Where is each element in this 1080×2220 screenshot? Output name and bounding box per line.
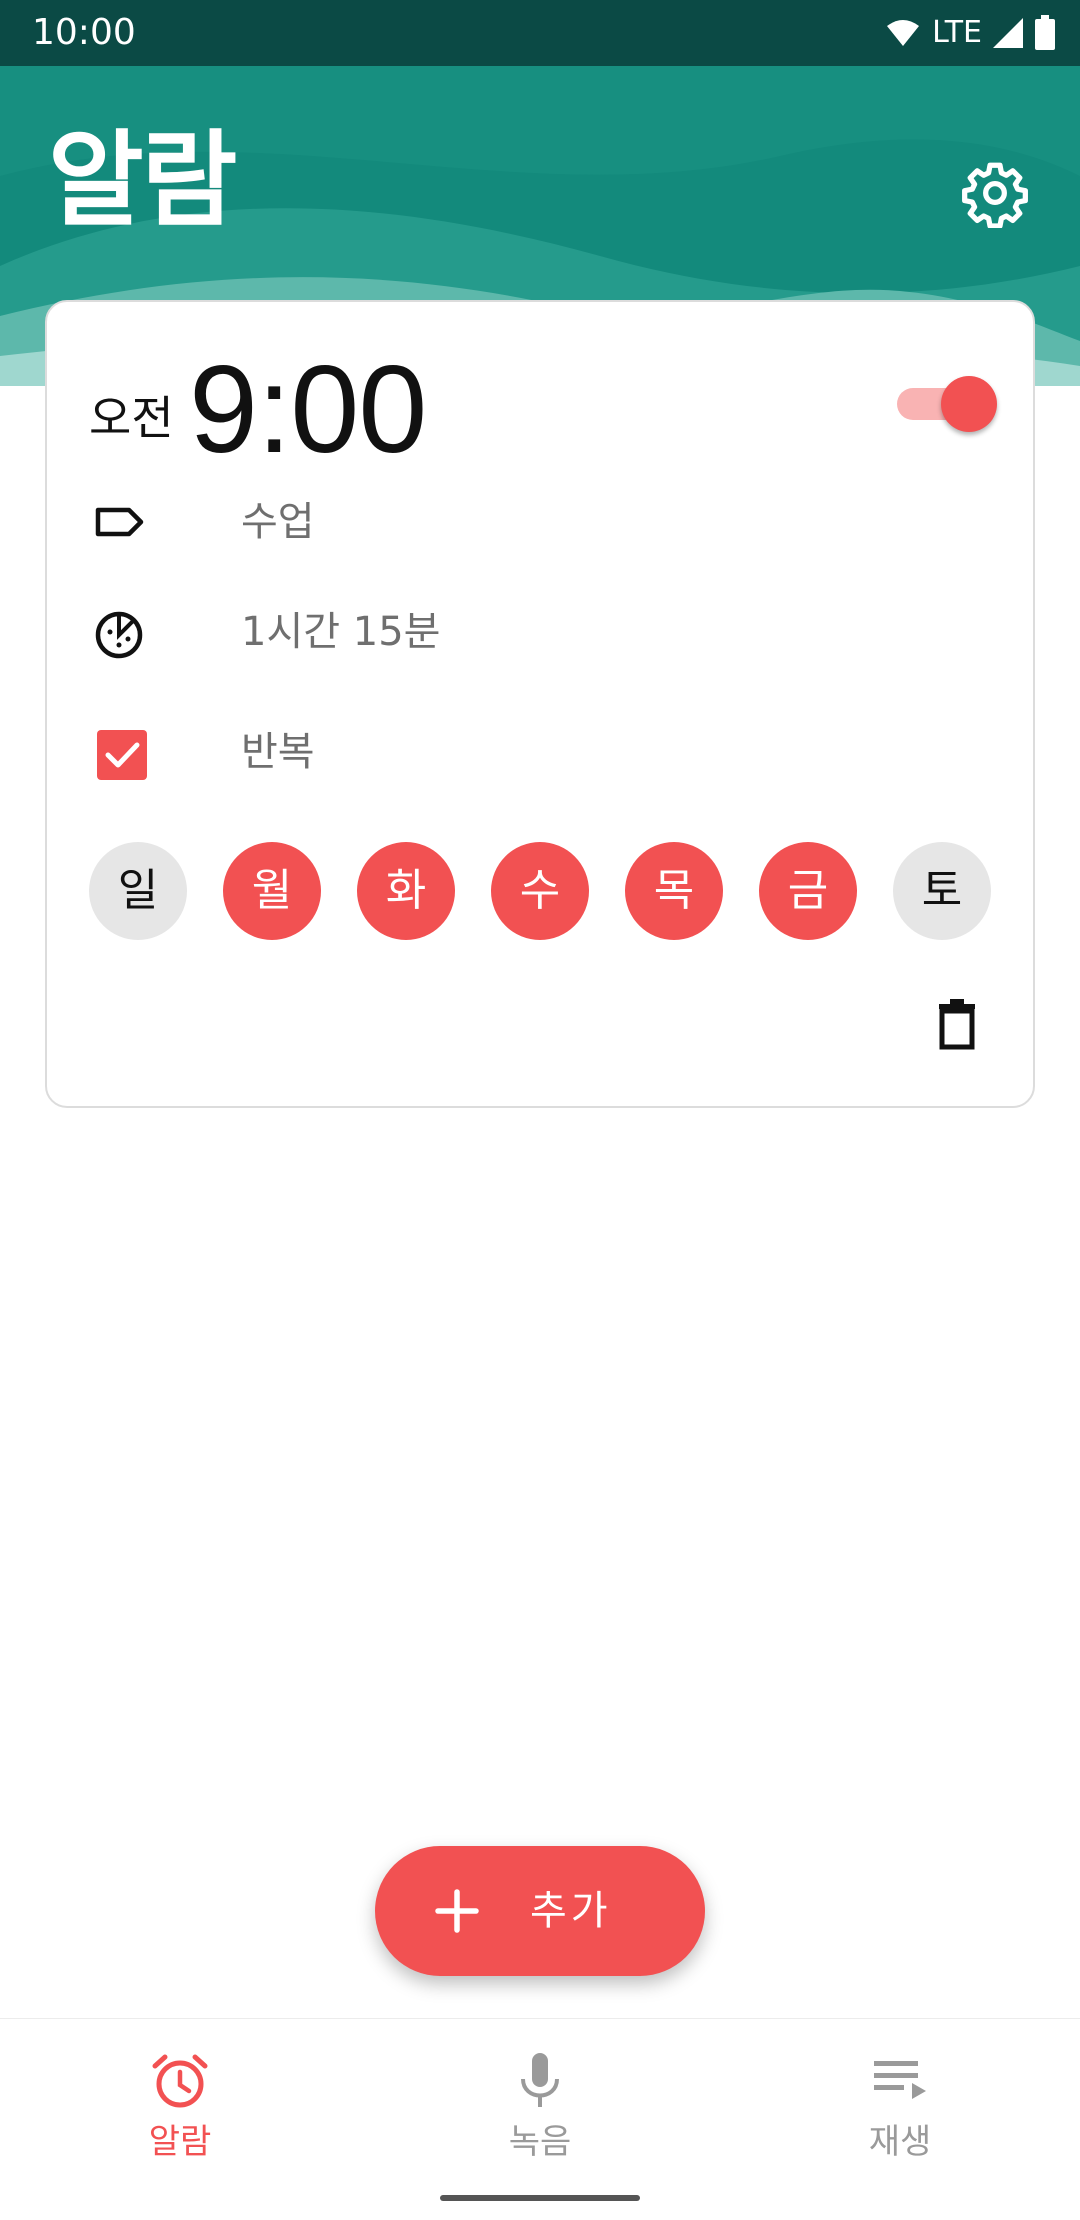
gesture-nav-bar[interactable] [440,2195,640,2201]
alarm-ampm: 오전 [89,391,174,445]
alarm-label-row[interactable]: 수업 [89,492,789,552]
wifi-icon [887,20,920,46]
day-sunday[interactable]: 일 [89,842,187,940]
day-wednesday[interactable]: 수 [491,842,589,940]
add-alarm-label: 추가 [530,1888,612,1934]
day-thursday[interactable]: 목 [625,842,723,940]
day-tuesday[interactable]: 화 [357,842,455,940]
plus-icon [435,1889,479,1933]
alarm-toggle[interactable] [897,374,997,434]
alarm-card[interactable]: 오전 9:00 수업 1시간 15분 반복 일 월 화 수 목 금 토 [45,300,1035,1108]
day-monday[interactable]: 월 [223,842,321,940]
alarm-label: 수업 [241,499,315,545]
network-type: LTE [932,15,982,50]
playlist-play-icon [874,2061,926,2099]
page-title: 알람 [48,119,237,241]
battery-icon [1035,15,1055,50]
repeat-checkbox[interactable] [97,730,147,780]
repeat-row[interactable]: 반복 [89,722,789,782]
alarm-remaining: 1시간 15분 [241,609,441,655]
status-bar: 10:00 LTE [0,0,1080,66]
alarm-remaining-row: 1시간 15분 [89,602,789,662]
status-time: 10:00 [32,12,136,53]
day-friday[interactable]: 금 [759,842,857,940]
alarm-screen: 10:00 LTE 알람 오전 9:00 수업 1시간 15분 반복 일 월 화… [0,0,1080,2220]
nav-item-record[interactable]: 녹음 [440,2049,640,2179]
nav-label-record: 녹음 [508,2122,572,2162]
bottom-nav: 알람 녹음 재생 [0,2018,1080,2220]
microphone-icon [521,2053,559,2107]
repeat-days: 일 월 화 수 목 금 토 [89,842,999,942]
toggle-thumb [941,376,997,432]
nav-label-play: 재생 [868,2122,932,2162]
nav-item-alarm[interactable]: 알람 [80,2049,280,2179]
day-saturday[interactable]: 토 [893,842,991,940]
gear-icon[interactable] [960,158,1030,228]
nav-label-alarm: 알람 [148,2122,212,2162]
timer-icon [95,611,143,659]
alarm-clock-icon [152,2054,208,2108]
nav-item-play[interactable]: 재생 [800,2049,1000,2179]
add-alarm-button[interactable]: 추가 [375,1846,705,1976]
trash-icon[interactable] [927,994,987,1054]
alarm-time[interactable]: 9:00 [189,340,427,480]
status-icons: LTE [886,12,1056,54]
repeat-label: 반복 [241,729,315,775]
cell-signal-icon [993,18,1023,48]
label-tag-icon [95,507,144,537]
